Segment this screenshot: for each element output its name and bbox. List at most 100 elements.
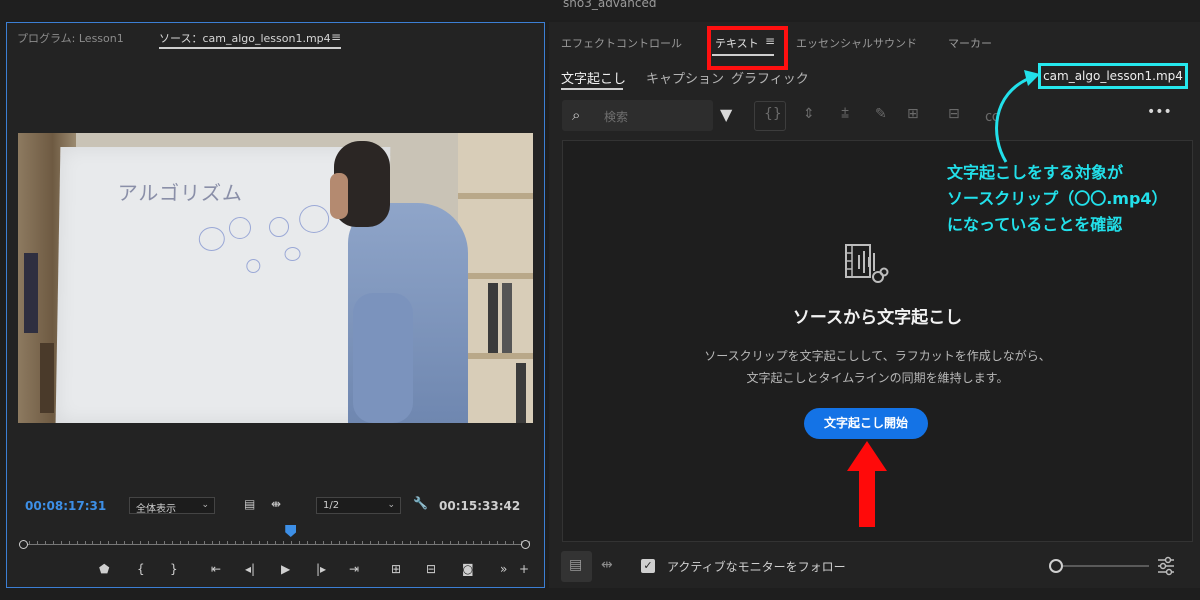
search-input[interactable]: 検索 xyxy=(604,108,628,125)
mark-in-icon[interactable]: { xyxy=(137,562,145,576)
go-to-in-icon[interactable]: ⇤ xyxy=(211,562,221,576)
ruler-tick xyxy=(44,541,46,544)
ruler-tick xyxy=(179,541,181,544)
zoom-select[interactable]: 全体表示 ⌄ xyxy=(129,497,215,515)
ruler-tick xyxy=(386,541,388,544)
ruler-tick xyxy=(298,541,300,544)
settings-sliders-icon[interactable] xyxy=(1156,556,1176,576)
active-tab-underline xyxy=(159,47,341,49)
subtab-transcript[interactable]: 文字起こし xyxy=(561,68,626,87)
ruler-tick xyxy=(227,541,229,544)
ruler-tick xyxy=(100,541,102,544)
insert-frame-icon[interactable]: ▤ xyxy=(244,497,255,511)
empty-state-description: ソースクリップを文字起こしして、ラフカットを作成しながら、 文字起こしとタイムラ… xyxy=(704,349,1051,385)
mark-out-icon[interactable]: } xyxy=(170,562,178,576)
align-icon[interactable]: ⇹ xyxy=(601,557,613,573)
ruler-tick xyxy=(322,541,324,544)
insert-icon[interactable]: ⊞ xyxy=(907,106,919,122)
in-point-handle[interactable] xyxy=(19,540,28,549)
tab-effect-controls[interactable]: エフェクトコントロール xyxy=(561,35,682,51)
insert-icon[interactable]: ⊞ xyxy=(391,562,401,576)
time-ruler[interactable] xyxy=(21,539,530,545)
ruler-tick xyxy=(68,541,70,544)
ruler-tick xyxy=(306,541,308,544)
ruler-tick xyxy=(370,541,372,544)
ruler-tick xyxy=(163,541,165,544)
ruler-tick xyxy=(28,541,30,544)
more-icon[interactable]: » xyxy=(500,562,507,576)
ruler-tick xyxy=(505,541,507,544)
ruler-tick xyxy=(235,541,237,544)
filter-icon[interactable]: ▼ xyxy=(720,105,732,124)
ruler-tick xyxy=(187,541,189,544)
ruler-tick xyxy=(132,541,134,544)
add-button-icon[interactable]: + xyxy=(519,562,529,576)
pencil-icon[interactable]: ✎ xyxy=(875,106,887,122)
bookshelf-right xyxy=(458,133,533,423)
search-box[interactable]: ⌕ 検索 xyxy=(562,100,713,131)
search-icon: ⌕ xyxy=(572,106,581,124)
ruler-tick xyxy=(275,541,276,544)
subtab-graphics[interactable]: グラフィック xyxy=(731,68,809,87)
ruler-tick xyxy=(203,541,205,544)
start-transcription-button[interactable]: 文字起こし開始 xyxy=(804,408,928,439)
ruler-tick xyxy=(497,541,499,544)
ruler-tick xyxy=(243,541,245,544)
source-tab-menu-icon[interactable]: ≡ xyxy=(331,30,341,44)
ruler-tick xyxy=(457,541,459,544)
play-icon[interactable]: ▶ xyxy=(281,562,290,576)
add-marker-icon[interactable]: ⬟ xyxy=(99,562,109,576)
transcribe-source-icon xyxy=(845,244,889,283)
red-arrow-icon xyxy=(847,441,887,527)
ruler-tick xyxy=(52,541,54,544)
ruler-tick xyxy=(513,541,515,544)
subtab-captions[interactable]: キャプション xyxy=(646,68,724,87)
ruler-tick xyxy=(148,541,149,544)
source-file-label: cam_algo_lesson1.mp4 xyxy=(1038,63,1188,89)
playhead[interactable] xyxy=(285,525,297,537)
marker-nav-icon[interactable]: ⇼ xyxy=(271,497,281,511)
ruler-tick xyxy=(76,541,78,544)
more-options-icon[interactable]: ••• xyxy=(1147,104,1172,120)
active-subtab-underline xyxy=(561,88,623,90)
wrench-icon[interactable]: 🔧 xyxy=(413,496,428,510)
tab-markers[interactable]: マーカー xyxy=(948,35,992,51)
step-back-icon[interactable]: ◂| xyxy=(245,562,255,576)
ruler-tick xyxy=(116,541,118,544)
ruler-tick xyxy=(489,541,491,544)
merge-icon[interactable]: ⇕ xyxy=(803,106,815,122)
ruler-tick xyxy=(251,541,253,544)
duration-timecode: 00:15:33:42 xyxy=(439,499,521,513)
camera-icon[interactable]: ◙ xyxy=(462,562,474,576)
ruler-tick xyxy=(378,541,380,544)
tab-essential-sound[interactable]: エッセンシャルサウンド xyxy=(796,35,917,51)
follow-monitor-label: アクティブなモニターをフォロー xyxy=(667,560,846,574)
overwrite-icon[interactable]: ⊟ xyxy=(948,106,960,122)
tab-source[interactable]: ソース：cam_algo_lesson1.mp4 xyxy=(159,30,331,46)
video-frame: アルゴリズム xyxy=(18,133,533,423)
ruler-tick xyxy=(171,541,173,544)
ruler-tick xyxy=(108,541,110,544)
ruler-tick xyxy=(267,541,269,544)
current-timecode[interactable]: 00:08:17:31 xyxy=(25,499,106,513)
ruler-tick xyxy=(314,541,316,544)
split-icon[interactable]: ⩲ xyxy=(841,106,849,122)
follow-monitor-checkbox[interactable]: ✓ xyxy=(641,559,655,573)
ruler-tick xyxy=(290,541,292,544)
text-panel: エフェクトコントロール テキスト ≡ エッセンシャルサウンド マーカー 文字起こ… xyxy=(549,22,1200,588)
ruler-tick xyxy=(219,541,221,544)
overwrite-icon[interactable]: ⊟ xyxy=(426,562,436,576)
step-forward-icon[interactable]: |▸ xyxy=(316,562,326,576)
tab-program[interactable]: プログラム: Lesson1 xyxy=(17,30,124,46)
ruler-tick xyxy=(338,541,340,544)
transcript-view-icon: ▤ xyxy=(569,557,583,573)
braces-icon[interactable]: {} xyxy=(764,106,782,122)
ruler-tick xyxy=(155,541,157,544)
zoom-slider-track[interactable] xyxy=(1063,565,1149,567)
ruler-tick xyxy=(92,541,94,544)
chevron-down-icon: ⌄ xyxy=(387,500,395,510)
resolution-select[interactable]: 1/2 ⌄ xyxy=(316,497,401,514)
go-to-out-icon[interactable]: ⇥ xyxy=(349,562,359,576)
zoom-slider-handle[interactable] xyxy=(1049,559,1063,573)
out-point-handle[interactable] xyxy=(521,540,530,549)
